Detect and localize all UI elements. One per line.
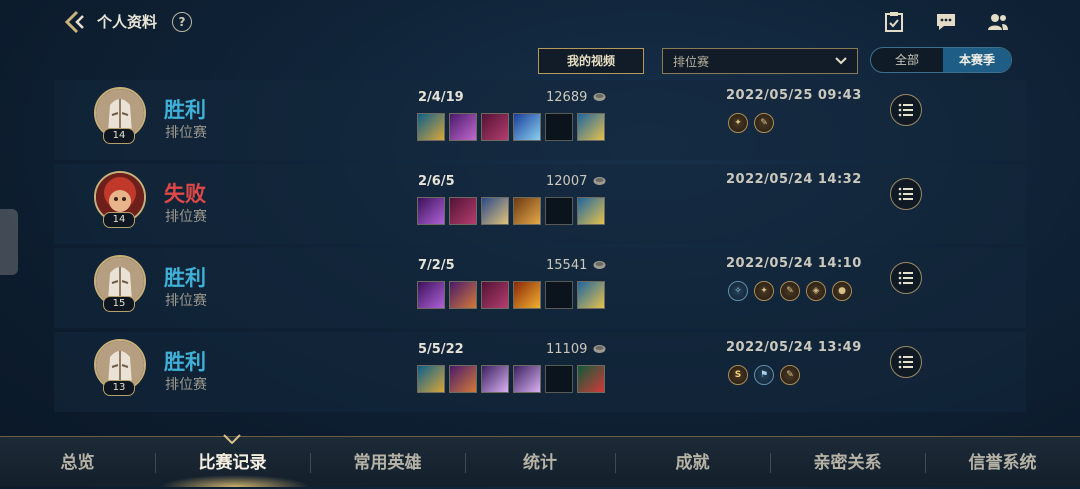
item-slot[interactable] xyxy=(545,281,573,309)
game-mode-select-value: 排位赛 xyxy=(673,55,710,69)
item-slot[interactable] xyxy=(417,197,445,225)
my-videos-button[interactable]: 我的视频 xyxy=(538,48,644,74)
match-result: 失败 xyxy=(164,182,206,206)
trinket-slot[interactable] xyxy=(577,197,605,225)
tab-overview[interactable]: 总览 xyxy=(0,437,155,487)
match-row[interactable]: 14 失败 排位赛 2/6/5 12007 2022/05/24 14:32 xyxy=(54,164,1026,244)
item-slot[interactable] xyxy=(545,365,573,393)
match-row[interactable]: 14 胜利 排位赛 2/4/19 12689 2022/05/25 09:43 … xyxy=(54,80,1026,160)
toggle-option-all[interactable]: 全部 xyxy=(871,48,943,72)
badge-icon: ✦ xyxy=(754,281,774,301)
tab-honor-system[interactable]: 信誉系统 xyxy=(925,437,1080,487)
page-title: 个人资料 xyxy=(97,13,158,31)
badge-icon: ⚑ xyxy=(754,365,774,385)
tab-relationships[interactable]: 亲密关系 xyxy=(770,437,925,487)
item-slot[interactable] xyxy=(417,281,445,309)
match-details-list-icon[interactable] xyxy=(890,178,922,210)
game-mode-select[interactable]: 排位赛 xyxy=(662,48,858,74)
item-slot[interactable] xyxy=(513,113,541,141)
gold-coin-icon xyxy=(593,345,606,353)
side-drawer-handle[interactable] xyxy=(0,209,18,275)
item-slot[interactable] xyxy=(481,365,509,393)
chat-icon[interactable] xyxy=(935,11,957,33)
match-datetime: 2022/05/24 13:49 xyxy=(726,340,862,355)
match-row[interactable]: 15 胜利 排位赛 7/2/5 15541 2022/05/24 14:10 ✧… xyxy=(54,248,1026,328)
match-row[interactable]: 13 胜利 排位赛 5/5/22 11109 2022/05/24 13:49 … xyxy=(54,332,1026,412)
item-slot[interactable] xyxy=(513,281,541,309)
match-details-list-icon[interactable] xyxy=(890,94,922,126)
item-slot[interactable] xyxy=(449,365,477,393)
match-details-list-icon[interactable] xyxy=(890,262,922,294)
badge-icon: ✧ xyxy=(728,281,748,301)
badge-icon: ◈ xyxy=(806,281,826,301)
item-slot[interactable] xyxy=(417,365,445,393)
match-details-list-icon[interactable] xyxy=(890,346,922,378)
help-icon[interactable]: ? xyxy=(172,12,192,32)
item-slot[interactable] xyxy=(481,113,509,141)
match-gold: 12689 xyxy=(546,90,588,105)
match-mode: 排位赛 xyxy=(165,209,207,225)
item-slot[interactable] xyxy=(449,281,477,309)
match-mode: 排位赛 xyxy=(165,293,207,309)
item-slot[interactable] xyxy=(545,113,573,141)
match-kda: 2/6/5 xyxy=(418,174,455,189)
badge-icon: ✎ xyxy=(754,113,774,133)
trinket-slot[interactable] xyxy=(577,281,605,309)
item-slot[interactable] xyxy=(449,197,477,225)
task-clipboard-icon[interactable] xyxy=(883,11,905,33)
match-result: 胜利 xyxy=(164,266,206,290)
match-gold: 15541 xyxy=(546,258,588,273)
trinket-slot[interactable] xyxy=(577,365,605,393)
match-datetime: 2022/05/24 14:32 xyxy=(726,172,862,187)
tab-common-heroes[interactable]: 常用英雄 xyxy=(310,437,465,487)
chevron-down-icon xyxy=(835,57,847,65)
hero-level-badge: 14 xyxy=(103,212,135,228)
item-slot[interactable] xyxy=(417,113,445,141)
match-kda: 5/5/22 xyxy=(418,342,464,357)
match-result: 胜利 xyxy=(164,98,206,122)
trinket-slot[interactable] xyxy=(577,113,605,141)
item-slot[interactable] xyxy=(449,113,477,141)
badge-icon: ✎ xyxy=(780,365,800,385)
gold-coin-icon xyxy=(593,261,606,269)
season-toggle[interactable]: 全部 本赛季 xyxy=(870,47,1012,73)
hero-level-badge: 14 xyxy=(103,128,135,144)
back-chevron-icon[interactable] xyxy=(62,9,88,35)
friends-icon[interactable] xyxy=(987,11,1009,33)
match-mode: 排位赛 xyxy=(165,125,207,141)
match-gold: 11109 xyxy=(546,342,588,357)
tab-achievements[interactable]: 成就 xyxy=(615,437,770,487)
match-kda: 7/2/5 xyxy=(418,258,455,273)
header: 个人资料 ? xyxy=(0,0,1080,44)
bottom-nav: 总览 比赛记录 常用英雄 统计 成就 亲密关系 信誉系统 xyxy=(0,434,1080,487)
badge-icon: S xyxy=(728,365,748,385)
match-kda: 2/4/19 xyxy=(418,90,464,105)
item-slot[interactable] xyxy=(513,197,541,225)
match-gold: 12007 xyxy=(546,174,588,189)
hero-level-badge: 13 xyxy=(103,380,135,396)
match-result: 胜利 xyxy=(164,350,206,374)
tab-statistics[interactable]: 统计 xyxy=(465,437,615,487)
badge-icon: ✦ xyxy=(728,113,748,133)
hero-level-badge: 15 xyxy=(103,296,135,312)
item-slot[interactable] xyxy=(481,197,509,225)
badge-icon: ● xyxy=(832,281,852,301)
match-datetime: 2022/05/24 14:10 xyxy=(726,256,862,271)
badge-icon: ✎ xyxy=(780,281,800,301)
item-slot[interactable] xyxy=(545,197,573,225)
item-slot[interactable] xyxy=(513,365,541,393)
tab-match-history[interactable]: 比赛记录 xyxy=(155,437,310,487)
gold-coin-icon xyxy=(593,93,606,101)
toggle-option-current-season[interactable]: 本赛季 xyxy=(943,48,1011,72)
gold-coin-icon xyxy=(593,177,606,185)
match-datetime: 2022/05/25 09:43 xyxy=(726,88,862,103)
item-slot[interactable] xyxy=(481,281,509,309)
match-mode: 排位赛 xyxy=(165,377,207,393)
